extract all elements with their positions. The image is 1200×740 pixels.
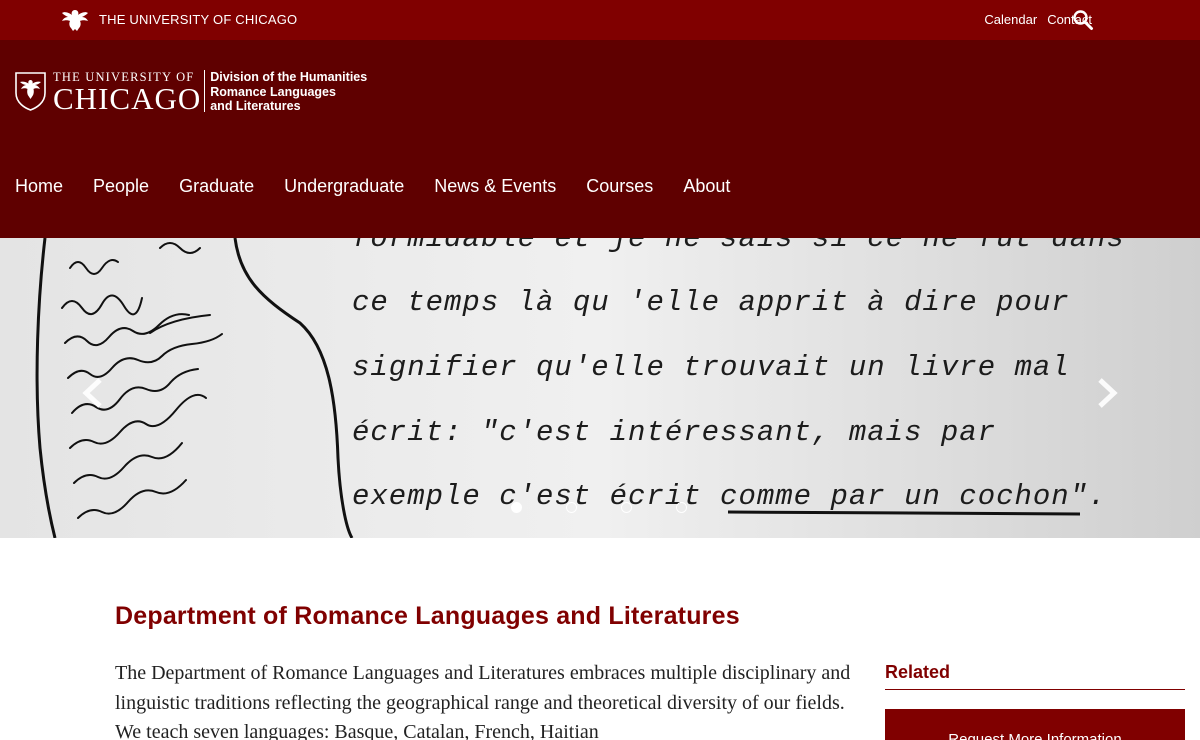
carousel-dot-3[interactable]: [621, 502, 632, 513]
division-line-1: Division of the Humanities: [210, 70, 368, 84]
request-info-button[interactable]: Request More Information: [885, 709, 1185, 740]
nav-people[interactable]: People: [93, 175, 149, 199]
site-brand[interactable]: THE UNIVERSITY OF CHICAGO Division of th…: [14, 70, 367, 114]
intro-paragraph: The Department of Romance Languages and …: [115, 662, 851, 740]
typed-line-1: formidable et je ne sais si ce ne fut da…: [352, 238, 1125, 255]
chevron-right-icon[interactable]: [1094, 376, 1120, 410]
nav-graduate[interactable]: Graduate: [179, 175, 254, 199]
hero-carousel: formidable et je ne sais si ce ne fut da…: [0, 238, 1200, 538]
carousel-dot-1[interactable]: [511, 502, 522, 513]
brand-chicago: CHICAGO: [53, 81, 202, 116]
brand-wordmark: THE UNIVERSITY OF CHICAGO: [53, 70, 201, 114]
calendar-link[interactable]: Calendar: [984, 12, 1037, 27]
search-icon[interactable]: [1072, 9, 1094, 31]
typed-line-2: ce temps là qu 'elle apprit à dire pour: [352, 286, 1070, 319]
university-name[interactable]: THE UNIVERSITY OF CHICAGO: [99, 12, 297, 27]
phoenix-logo-icon[interactable]: [60, 7, 90, 33]
main-navigation: Home People Graduate Undergraduate News …: [0, 175, 745, 199]
chevron-left-icon[interactable]: [80, 376, 106, 410]
typed-line-4: écrit: "c'est intéressant, mais par: [352, 416, 997, 449]
carousel-indicators: [511, 502, 687, 513]
brand-divider: [204, 70, 206, 112]
typed-line-5: exemple c'est écrit comme par un cochon"…: [352, 480, 1107, 513]
related-divider: [885, 689, 1185, 690]
division-name: Division of the Humanities Romance Langu…: [210, 70, 367, 114]
typed-line-3: signifier qu'elle trouvait un livre mal: [352, 351, 1070, 384]
related-heading: Related: [885, 662, 951, 682]
masthead: THE UNIVERSITY OF CHICAGO Division of th…: [0, 40, 1200, 238]
nav-courses[interactable]: Courses: [586, 175, 653, 199]
university-shield-icon: [15, 72, 46, 111]
division-line-3: and Literatures: [210, 99, 301, 113]
carousel-dot-2[interactable]: [566, 502, 577, 513]
nav-news-events[interactable]: News & Events: [434, 175, 556, 199]
nav-home[interactable]: Home: [15, 175, 63, 199]
nav-about[interactable]: About: [683, 175, 730, 199]
nav-undergraduate[interactable]: Undergraduate: [284, 175, 404, 199]
page-title: Department of Romance Languages and Lite…: [115, 602, 740, 630]
division-line-2: Romance Languages: [210, 84, 336, 99]
utility-bar: THE UNIVERSITY OF CHICAGO Calendar Conta…: [0, 0, 1200, 40]
carousel-dot-4[interactable]: [676, 502, 687, 513]
